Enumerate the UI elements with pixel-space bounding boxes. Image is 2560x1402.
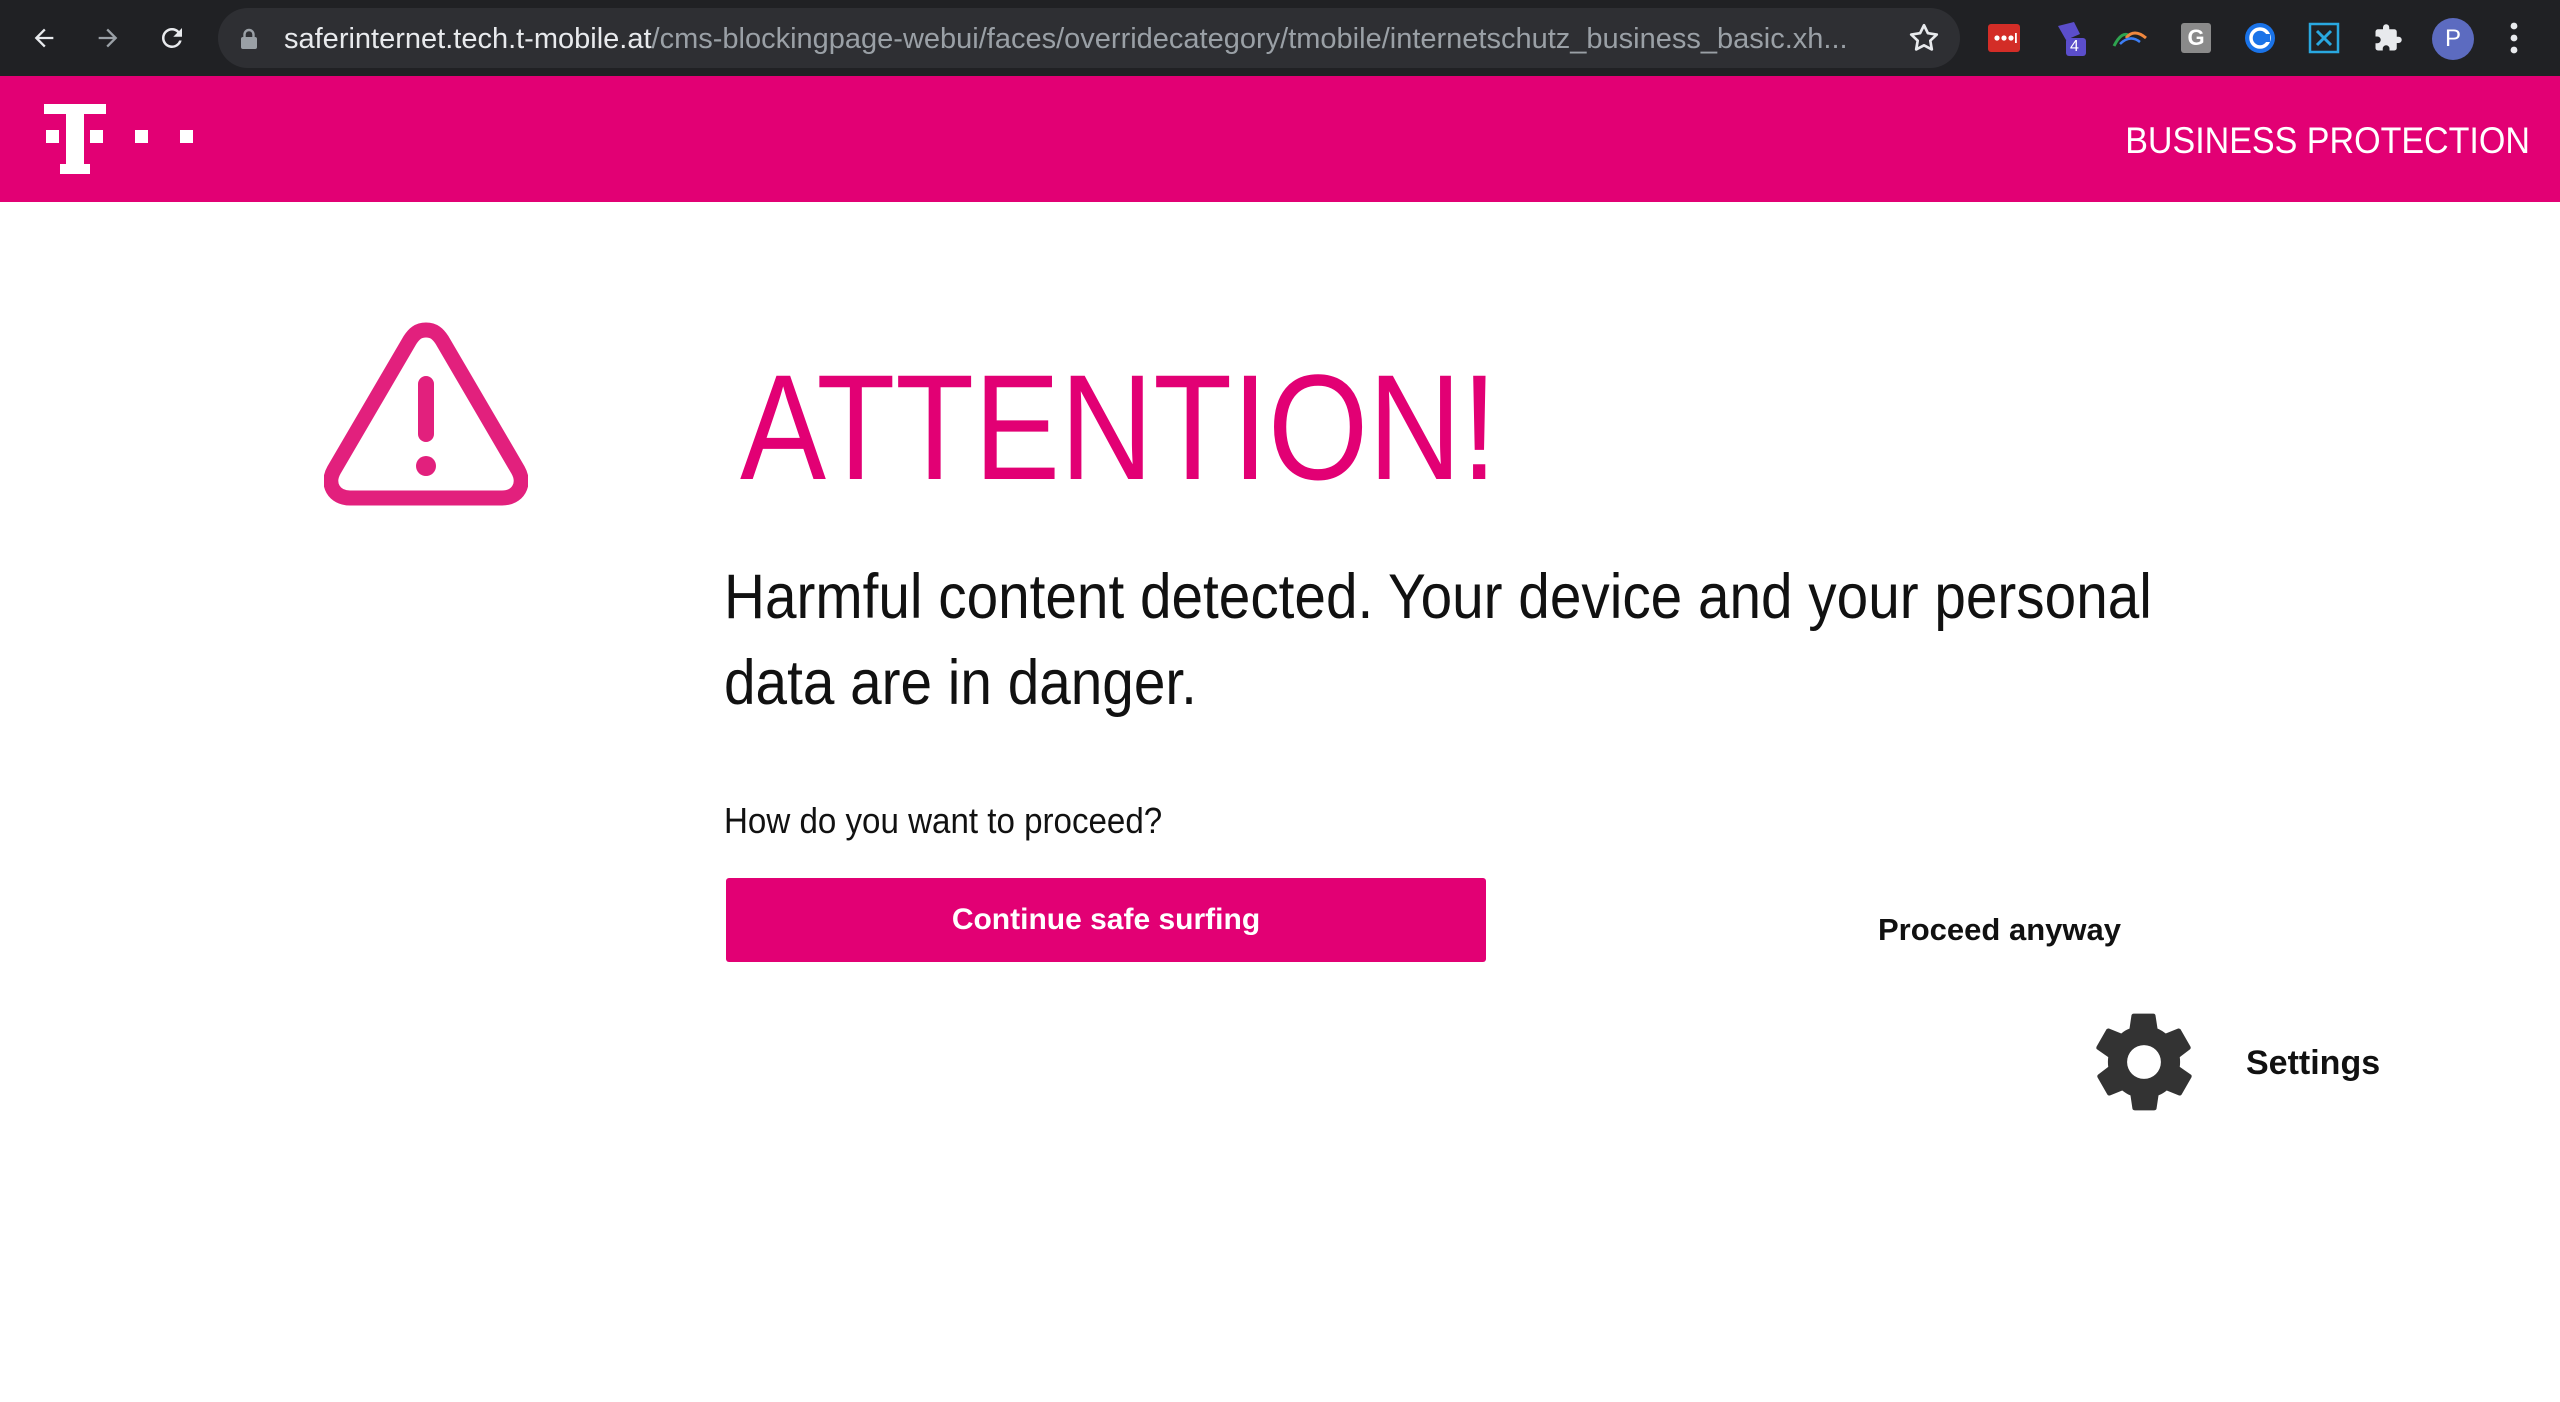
proceed-question: How do you want to proceed? [724, 800, 1163, 841]
url-text[interactable]: saferinternet.tech.t-mobile.at/cms-block… [284, 22, 1874, 56]
settings-label: Settings [2246, 1044, 2381, 1082]
back-arrow-icon [34, 28, 54, 48]
url-path: /cms-blockingpage-webui/faces/overrideca… [651, 23, 1848, 55]
star-icon[interactable] [1906, 20, 1942, 56]
address-bar[interactable]: saferinternet.tech.t-mobile.at/cms-block… [218, 8, 1960, 68]
settings-link[interactable]: Settings [2086, 1004, 2386, 1120]
forward-arrow-icon [98, 28, 118, 48]
warning-message: Harmful content detected. Your device an… [724, 562, 2152, 718]
extension-circle-icon[interactable] [2242, 20, 2278, 56]
telekom-logo [44, 104, 193, 174]
back-button[interactable] [24, 18, 64, 58]
extensions-button[interactable] [2370, 20, 2406, 56]
browser-toolbar: saferinternet.tech.t-mobile.at/cms-block… [0, 0, 2560, 76]
page-title: ATTENTION! [740, 343, 1498, 511]
reload-button[interactable] [152, 18, 192, 58]
gear-icon [2096, 1013, 2192, 1111]
reload-icon [161, 27, 182, 48]
continue-safe-surfing-button[interactable]: Continue safe surfing [726, 878, 1486, 962]
menu-dots-icon[interactable] [2500, 20, 2528, 56]
proceed-anyway-link[interactable]: Proceed anyway [1878, 912, 2121, 948]
forward-button[interactable] [88, 18, 128, 58]
site-header: BUSINESS PROTECTION [0, 76, 2560, 202]
x-extension-icon [2308, 22, 2340, 54]
warning-triangle-icon [324, 322, 528, 506]
lastpass-icon [1988, 24, 2020, 52]
header-title: BUSINESS PROTECTION [2125, 120, 2530, 161]
extension-lastpass-icon[interactable] [1986, 20, 2022, 56]
g-extension-icon: G [2181, 23, 2211, 53]
extension-x-icon[interactable] [2306, 20, 2342, 56]
profile-avatar[interactable]: P [2432, 18, 2474, 60]
url-host: saferinternet.tech.t-mobile.at [284, 23, 652, 55]
arc-extension-icon [2112, 31, 2147, 47]
puzzle-icon [2375, 24, 2402, 51]
lock-icon [241, 28, 257, 49]
extension-arc-icon[interactable] [2112, 20, 2148, 56]
extension-badge-icon[interactable]: 4 [2052, 20, 2088, 56]
extension-g-icon[interactable]: G [2178, 20, 2214, 56]
extension-badge-count: 4 [2070, 38, 2079, 55]
circle-c-extension-icon [2245, 23, 2275, 53]
